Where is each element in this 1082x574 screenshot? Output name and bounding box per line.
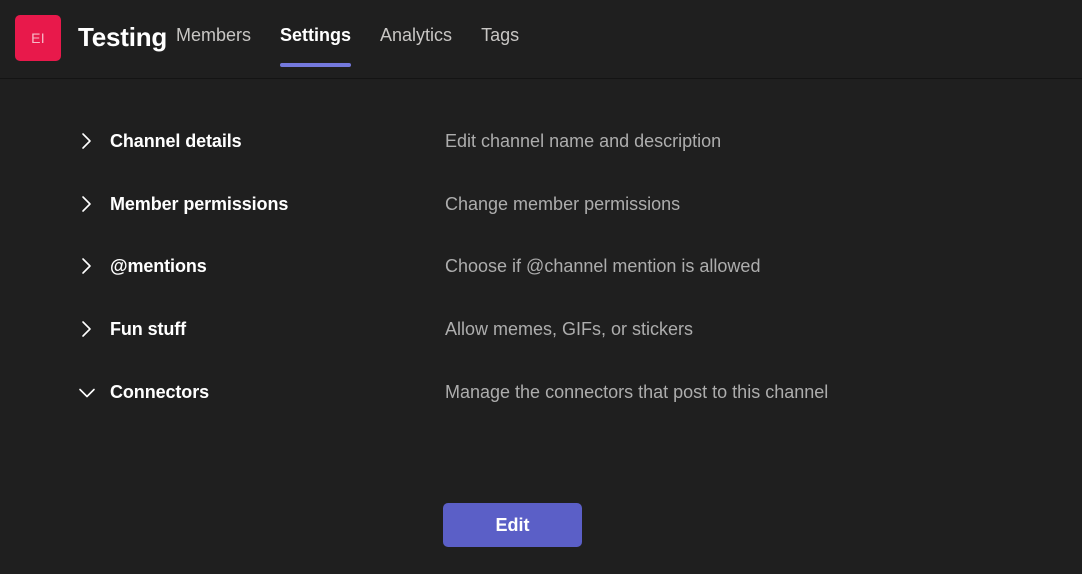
settings-row-fun-stuff[interactable]: Fun stuff Allow memes, GIFs, or stickers <box>0 309 1082 349</box>
tab-settings-label: Settings <box>280 25 351 45</box>
settings-row-label: Connectors <box>110 382 209 403</box>
tab-members-label: Members <box>176 25 251 45</box>
channel-header: EI Testing Members Settings Analytics Ta… <box>0 0 1082 79</box>
page-title: Testing <box>78 22 167 53</box>
active-tab-indicator <box>280 63 351 67</box>
tab-analytics-label: Analytics <box>380 25 452 45</box>
settings-row-label: @mentions <box>110 256 207 277</box>
settings-row-label: Fun stuff <box>110 319 186 340</box>
settings-row-channel-details[interactable]: Channel details Edit channel name and de… <box>0 121 1082 161</box>
settings-row-member-permissions[interactable]: Member permissions Change member permiss… <box>0 184 1082 224</box>
avatar-initials: EI <box>31 30 45 46</box>
settings-row-description: Edit channel name and description <box>445 131 721 152</box>
edit-button-label: Edit <box>496 515 530 536</box>
chevron-right-icon[interactable] <box>76 255 98 277</box>
tab-settings[interactable]: Settings <box>280 24 351 76</box>
chevron-right-icon[interactable] <box>76 318 98 340</box>
tab-members[interactable]: Members <box>176 24 251 76</box>
settings-row-label: Channel details <box>110 131 242 152</box>
settings-row-description: Manage the connectors that post to this … <box>445 382 828 403</box>
settings-row-mentions[interactable]: @mentions Choose if @channel mention is … <box>0 246 1082 286</box>
tab-tags-label: Tags <box>481 25 519 45</box>
settings-row-connectors[interactable]: Connectors Manage the connectors that po… <box>0 372 1082 412</box>
edit-connectors-button[interactable]: Edit <box>443 503 582 547</box>
settings-list: Channel details Edit channel name and de… <box>0 79 1082 573</box>
channel-avatar: EI <box>15 15 61 61</box>
tab-analytics[interactable]: Analytics <box>380 24 452 76</box>
teams-channel-settings-page: EI Testing Members Settings Analytics Ta… <box>0 0 1082 574</box>
settings-row-label: Member permissions <box>110 194 288 215</box>
chevron-down-icon[interactable] <box>76 381 98 403</box>
settings-row-description: Choose if @channel mention is allowed <box>445 256 760 277</box>
chevron-right-icon[interactable] <box>76 193 98 215</box>
channel-tab-bar: Members Settings Analytics Tags <box>176 24 519 79</box>
tab-tags[interactable]: Tags <box>481 24 519 76</box>
chevron-right-icon[interactable] <box>76 130 98 152</box>
settings-row-description: Allow memes, GIFs, or stickers <box>445 319 693 340</box>
settings-row-description: Change member permissions <box>445 194 680 215</box>
